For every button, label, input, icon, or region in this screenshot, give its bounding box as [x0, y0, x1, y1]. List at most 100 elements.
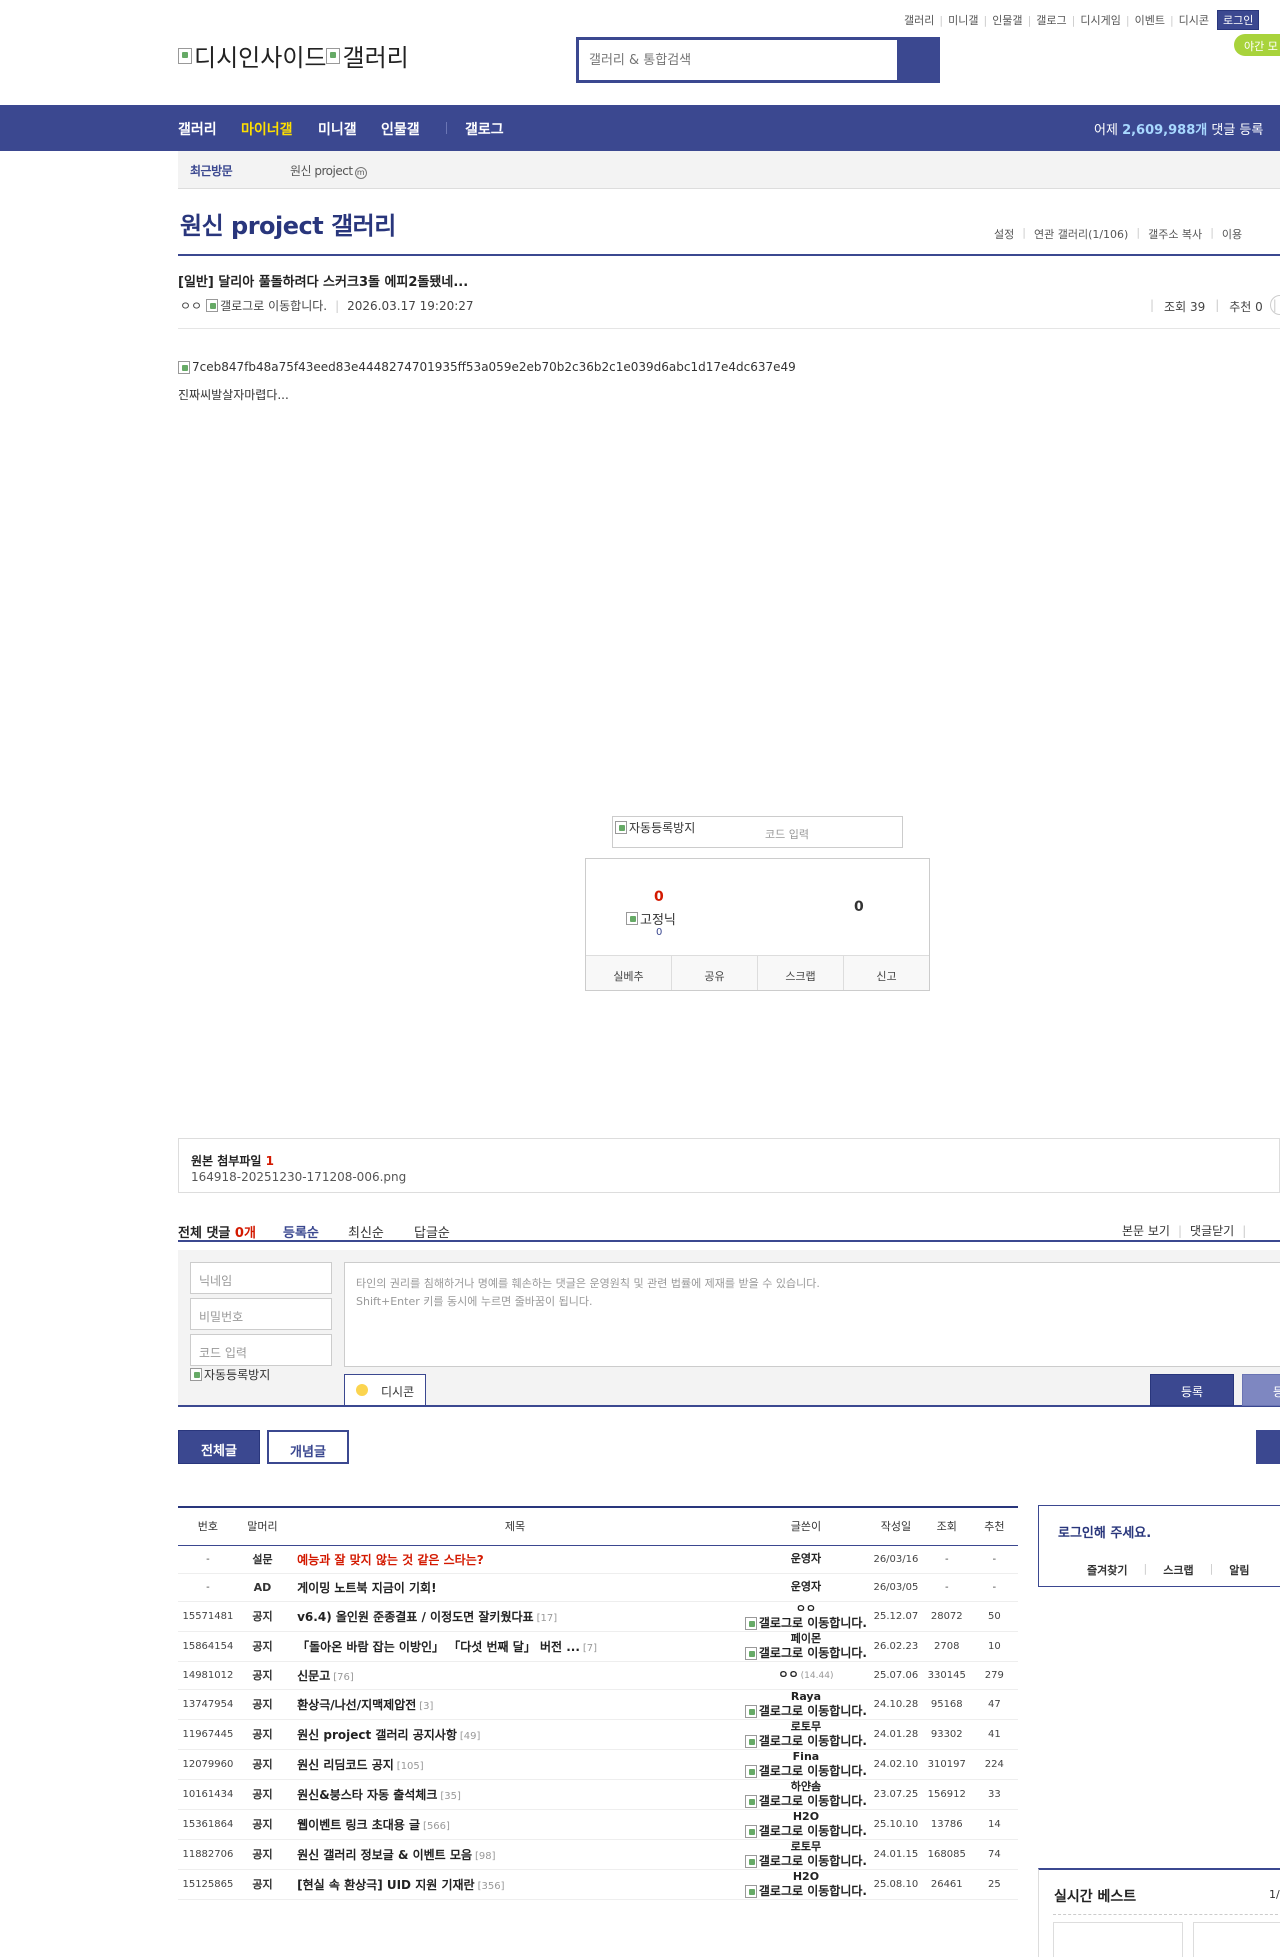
password-input[interactable]: 비밀번호: [190, 1298, 332, 1330]
gallery-settings-link[interactable]: 설정: [994, 226, 1014, 242]
attachment-file-link[interactable]: 164918-20251230-171208-006.png: [191, 1170, 406, 1184]
view-post-link[interactable]: 본문 보기: [1122, 1224, 1170, 1238]
reply-count[interactable]: [356]: [478, 1881, 505, 1892]
reply-count[interactable]: [566]: [423, 1821, 450, 1832]
post-subject[interactable]: 게이밍 노트북 지금이 기회!: [287, 1573, 743, 1602]
gallog-link[interactable]: 갤로그로 이동합니다.: [744, 1824, 867, 1838]
post-subject[interactable]: [현실 속 환상극] UID 지원 기재란 [356]: [287, 1869, 743, 1900]
table-row[interactable]: 11967445 공지 원신 project 갤러리 공지사항 [49] 로토무 갤로그로…: [178, 1719, 1018, 1750]
nav-minor-gallery[interactable]: 마이너갤: [241, 119, 293, 139]
table-row[interactable]: 15864154 공지 「돌아온 바람 잡는 이방인」 「다섯 번째 달」 버전 .…: [178, 1631, 1018, 1662]
usage-link[interactable]: 이용: [1222, 226, 1242, 242]
sort-latest[interactable]: 최신순: [348, 1222, 384, 1241]
search-input[interactable]: [579, 40, 897, 80]
login-button[interactable]: 로그인: [1217, 10, 1260, 30]
nav-gallery[interactable]: 갤러리: [178, 119, 217, 139]
reply-count[interactable]: [3]: [419, 1701, 433, 1712]
report-button[interactable]: 신고: [844, 956, 929, 990]
recent-visit-label[interactable]: 최근방문: [190, 162, 233, 179]
reply-count[interactable]: [17]: [537, 1613, 558, 1624]
recent-visit-item[interactable]: 원신 project m: [290, 162, 367, 179]
top-link-event[interactable]: 이벤트: [1135, 12, 1165, 28]
post-subject[interactable]: 원신 리딤코드 공지 [105]: [287, 1749, 743, 1780]
comment-submit-recommend-button[interactable]: 등록: [1242, 1374, 1280, 1406]
table-row[interactable]: 15571481 공지 v6.4) 올인원 준종결표 / 이정도면 잘키웠다표 [17…: [178, 1601, 1018, 1632]
search-button[interactable]: [897, 40, 937, 80]
post-subject[interactable]: 신문고 [76]: [287, 1661, 743, 1690]
table-row[interactable]: - AD 게이밍 노트북 지금이 기회! 운영자 26/03/05- -: [178, 1573, 1018, 1602]
gallery-title[interactable]: 원신 project 갤러리: [180, 206, 396, 241]
top-link-person[interactable]: 인물갤: [992, 12, 1022, 28]
table-row[interactable]: 15125865 공지 [현실 속 환상극] UID 지원 기재란 [356] H2O 갤…: [178, 1869, 1018, 1900]
reply-count[interactable]: [105]: [397, 1761, 424, 1772]
gallog-link[interactable]: 갤로그로 이동합니다.: [744, 1734, 867, 1748]
gallog-link[interactable]: 갤로그로 이동합니다.: [744, 1646, 867, 1660]
post-subject[interactable]: 「돌아온 바람 잡는 이방인」 「다섯 번째 달」 버전 ... [7]: [287, 1631, 743, 1662]
table-row[interactable]: 12079960 공지 원신 리딤코드 공지 [105] Fina 갤로그로 이동합니다.…: [178, 1749, 1018, 1780]
gallog-link[interactable]: 갤로그로 이동합니다.: [744, 1884, 867, 1898]
favorites-link[interactable]: 즐겨찾기: [1087, 1562, 1127, 1578]
post-writer[interactable]: 운영자: [742, 1573, 869, 1602]
write-button[interactable]: [1256, 1430, 1280, 1464]
post-writer[interactable]: 하얀솜 갤로그로 이동합니다.: [742, 1779, 869, 1810]
nav-gallog[interactable]: 갤로그: [465, 119, 504, 139]
gallog-link[interactable]: 갤로그로 이동합니다.: [744, 1704, 867, 1718]
top-link-gallog[interactable]: 갤로그: [1036, 12, 1066, 28]
post-writer[interactable]: 로토무 갤로그로 이동합니다.: [742, 1839, 869, 1870]
post-writer[interactable]: Fina 갤로그로 이동합니다.: [742, 1749, 869, 1780]
post-author[interactable]: ㅇㅇ: [180, 297, 202, 314]
site-logo[interactable]: 디시인사이드 갤러리: [178, 38, 409, 73]
nickname-input[interactable]: 닉네임: [190, 1262, 332, 1294]
post-writer[interactable]: 운영자: [742, 1545, 869, 1574]
table-row[interactable]: 11882706 공지 원신 갤러리 정보글 & 이벤트 모음 [98] 로토무 갤로그로…: [178, 1839, 1018, 1870]
captcha-code-input[interactable]: 코드 입력: [765, 826, 809, 842]
gallog-link[interactable]: 갤로그로 이동합니다.: [744, 1616, 867, 1630]
realbest-recommend-button[interactable]: 실베추: [586, 956, 672, 990]
dccon-button[interactable]: 디시콘: [344, 1374, 426, 1406]
notification-link[interactable]: 알림: [1229, 1562, 1249, 1578]
sort-reply[interactable]: 답글순: [414, 1222, 450, 1241]
tab-concept-posts[interactable]: 개념글: [267, 1430, 349, 1464]
gallog-link[interactable]: 갤로그로 이동합니다.: [744, 1794, 867, 1808]
post-writer[interactable]: 페이몬 갤로그로 이동합니다.: [742, 1631, 869, 1662]
post-writer[interactable]: ㅇㅇ (14.44): [742, 1661, 869, 1690]
post-subject[interactable]: v6.4) 올인원 준종결표 / 이정도면 잘키웠다표 [17]: [287, 1601, 743, 1632]
table-row[interactable]: 14981012 공지 신문고 [76] ㅇㅇ (14.44) 25.07.06 330145…: [178, 1661, 1018, 1690]
top-link-mini[interactable]: 미니갤: [948, 12, 978, 28]
fixed-nick-upvote-button[interactable]: 고정닉: [626, 909, 676, 928]
reply-count[interactable]: [76]: [333, 1672, 354, 1683]
top-link-dccon[interactable]: 디시콘: [1179, 12, 1209, 28]
table-row[interactable]: - 설문 예능과 잘 맞지 않는 것 같은 스타는? 운영자 26/03/16- -: [178, 1545, 1018, 1574]
reply-count[interactable]: [98]: [475, 1851, 496, 1862]
reply-count[interactable]: [7]: [583, 1643, 597, 1654]
post-writer[interactable]: 로토무 갤로그로 이동합니다.: [742, 1719, 869, 1750]
post-subject[interactable]: 웹이벤트 링크 초대용 글 [566]: [287, 1809, 743, 1840]
post-subject[interactable]: 원신 project 갤러리 공지사항 [49]: [287, 1719, 743, 1750]
post-writer[interactable]: ㅇㅇ 갤로그로 이동합니다.: [742, 1601, 869, 1632]
gallog-link[interactable]: 갤로그로 이동합니다.: [744, 1854, 867, 1868]
related-gallery-link[interactable]: 연관 갤러리(1/106): [1034, 226, 1128, 242]
gallog-icon[interactable]: [206, 299, 219, 312]
post-subject[interactable]: 원신 갤러리 정보글 & 이벤트 모음 [98]: [287, 1839, 743, 1870]
best-thumbnail[interactable]: [1053, 1922, 1183, 1957]
comment-captcha-input[interactable]: 코드 입력: [190, 1334, 332, 1366]
table-row[interactable]: 13747954 공지 환상극/나선/지맥제압전 [3] Raya 갤로그로 이동합니다.…: [178, 1689, 1018, 1720]
gallog-link[interactable]: 갤로그로 이동합니다.: [744, 1764, 867, 1778]
reply-count[interactable]: [49]: [460, 1731, 481, 1742]
top-link-gallery[interactable]: 갤러리: [904, 12, 934, 28]
table-row[interactable]: 10161434 공지 원신&붕스타 자동 출석체크 [35] 하얀솜 갤로그로 이동합니…: [178, 1779, 1018, 1810]
post-image[interactable]: 7ceb847fb48a75f43eed83e4448274701935ff53…: [178, 360, 796, 374]
nav-person-gallery[interactable]: 인물갤: [381, 119, 420, 139]
login-prompt[interactable]: 로그인해 주세요.: [1058, 1522, 1151, 1541]
nav-mini-gallery[interactable]: 미니갤: [318, 119, 357, 139]
copy-gallery-url-link[interactable]: 갤주소 복사: [1148, 226, 1202, 242]
scrap-button[interactable]: 스크랩: [758, 956, 844, 990]
tab-all-posts[interactable]: 전체글: [178, 1430, 260, 1464]
post-writer[interactable]: Raya 갤로그로 이동합니다.: [742, 1689, 869, 1720]
post-subject[interactable]: 원신&붕스타 자동 출석체크 [35]: [287, 1779, 743, 1810]
post-writer[interactable]: H2O 갤로그로 이동합니다.: [742, 1809, 869, 1840]
close-comments-link[interactable]: 댓글닫기: [1190, 1224, 1234, 1238]
best-thumbnail[interactable]: [1193, 1922, 1280, 1957]
post-subject[interactable]: 예능과 잘 맞지 않는 것 같은 스타는?: [287, 1545, 743, 1574]
reply-count[interactable]: [35]: [440, 1791, 461, 1802]
